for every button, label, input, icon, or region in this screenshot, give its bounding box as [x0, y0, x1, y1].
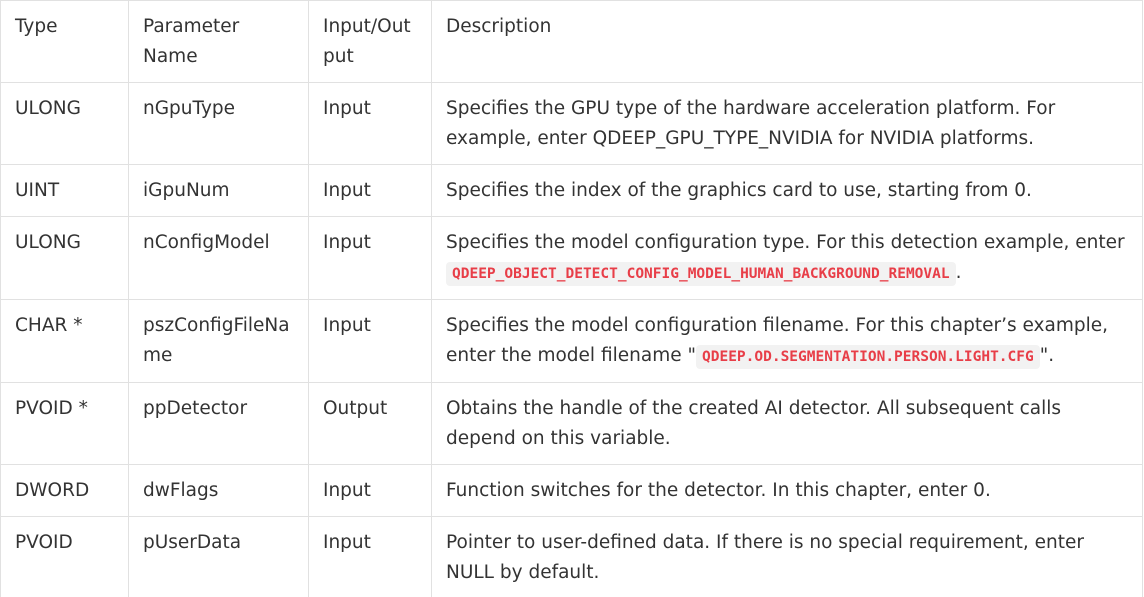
inline-code: QDEEP_OBJECT_DETECT_CONFIG_MODEL_HUMAN_B…: [446, 262, 956, 286]
table-row: UINT iGpuNum Input Specifies the index o…: [0, 164, 1143, 217]
cell-input-output: Input: [308, 516, 432, 597]
cell-description: Obtains the handle of the created AI det…: [431, 382, 1143, 465]
cell-input-output: Input: [308, 299, 432, 383]
cell-input-output: Input: [308, 216, 432, 300]
cell-parameter-name: pszConfigFileName: [128, 299, 309, 383]
cell-description: Pointer to user-defined data. If there i…: [431, 516, 1143, 597]
cell-description: Specifies the index of the graphics card…: [431, 164, 1143, 217]
cell-parameter-name: iGpuNum: [128, 164, 309, 217]
header-row: Type Parameter Name Input/Output Descrip…: [0, 0, 1143, 83]
inline-code: QDEEP.OD.SEGMENTATION.PERSON.LIGHT.CFG: [696, 345, 1040, 369]
cell-input-output: Input: [308, 464, 432, 517]
cell-input-output: Output: [308, 382, 432, 465]
cell-type: ULONG: [0, 216, 129, 300]
cell-parameter-name: ppDetector: [128, 382, 309, 465]
table-row: ULONG nGpuType Input Specifies the GPU t…: [0, 82, 1143, 165]
description-text: Specifies the model configuration type. …: [446, 232, 1125, 253]
cell-description: Specifies the model configuration type. …: [431, 216, 1143, 300]
cell-description: Specifies the model configuration filena…: [431, 299, 1143, 383]
description-text: Pointer to user-defined data. If there i…: [446, 532, 1084, 583]
header-description: Description: [431, 0, 1143, 83]
table-row: DWORD dwFlags Input Function switches fo…: [0, 464, 1143, 517]
cell-input-output: Input: [308, 164, 432, 217]
cell-parameter-name: nConfigModel: [128, 216, 309, 300]
cell-description: Specifies the GPU type of the hardware a…: [431, 82, 1143, 165]
cell-type: UINT: [0, 164, 129, 217]
table-row: ULONG nConfigModel Input Specifies the m…: [0, 216, 1143, 300]
description-text: Specifies the GPU type of the hardware a…: [446, 98, 1056, 149]
header-parameter-name: Parameter Name: [128, 0, 309, 83]
cell-type: ULONG: [0, 82, 129, 165]
cell-parameter-name: pUserData: [128, 516, 309, 597]
cell-parameter-name: dwFlags: [128, 464, 309, 517]
cell-description: Function switches for the detector. In t…: [431, 464, 1143, 517]
cell-parameter-name: nGpuType: [128, 82, 309, 165]
cell-type: PVOID *: [0, 382, 129, 465]
description-text-end: ".: [1039, 345, 1055, 366]
parameters-table: Type Parameter Name Input/Output Descrip…: [0, 0, 1143, 597]
header-type: Type: [0, 0, 129, 83]
cell-type: PVOID: [0, 516, 129, 597]
description-text-end: .: [955, 262, 962, 283]
header-input-output: Input/Output: [308, 0, 432, 83]
cell-type: CHAR *: [0, 299, 129, 383]
description-text: Specifies the index of the graphics card…: [446, 180, 1032, 201]
cell-input-output: Input: [308, 82, 432, 165]
table-row: PVOID pUserData Input Pointer to user-de…: [0, 516, 1143, 597]
table-row: CHAR * pszConfigFileName Input Specifies…: [0, 299, 1143, 383]
description-text: Function switches for the detector. In t…: [446, 480, 991, 501]
table-row: PVOID * ppDetector Output Obtains the ha…: [0, 382, 1143, 465]
cell-type: DWORD: [0, 464, 129, 517]
description-text: Obtains the handle of the created AI det…: [446, 398, 1061, 449]
